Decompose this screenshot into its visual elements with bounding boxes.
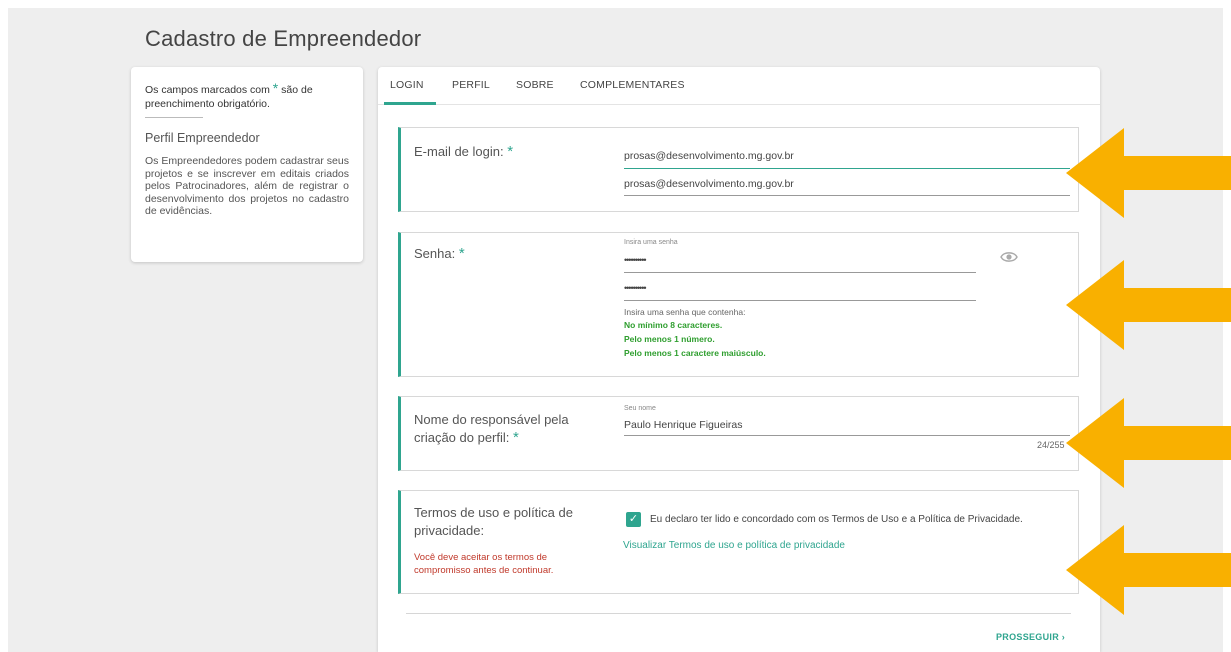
email-confirm-underline <box>624 195 1070 196</box>
password-confirm-underline <box>624 300 976 301</box>
password-input[interactable]: •••••••••• <box>624 255 646 265</box>
password-rule: No mínimo 8 caracteres. <box>624 320 723 330</box>
terms-error-message: Você deve aceitar os termos de compromis… <box>414 552 554 576</box>
required-star-icon: * <box>458 245 465 262</box>
active-tab-indicator <box>384 102 436 105</box>
tab-complementares[interactable]: COMPLEMENTARES <box>580 79 685 91</box>
required-star-icon: * <box>513 429 519 446</box>
annotation-arrow-icon <box>1066 128 1231 218</box>
email-section: E-mail de login: * prosas@desenvolviment… <box>398 127 1079 212</box>
required-star-icon: * <box>272 80 279 96</box>
terms-checkbox[interactable]: ✓ <box>626 512 641 527</box>
name-input[interactable]: Paulo Henrique Figueiras <box>624 419 742 431</box>
annotation-arrow-icon <box>1066 260 1231 350</box>
password-section: Senha: * Insira uma senha •••••••••• •••… <box>398 232 1079 377</box>
divider <box>145 117 203 118</box>
password-underline <box>624 272 976 273</box>
terms-declaration: Eu declaro ter lido e concordado com os … <box>650 514 1023 525</box>
password-rule: Pelo menos 1 caractere maiúsculo. <box>624 348 766 358</box>
profile-description: Os Empreendedores podem cadastrar seus p… <box>145 155 349 217</box>
divider <box>406 613 1071 614</box>
tab-login[interactable]: LOGIN <box>390 79 424 91</box>
annotation-arrow-icon <box>1066 398 1231 488</box>
password-field-label: Insira uma senha <box>624 239 678 246</box>
terms-link[interactable]: Visualizar Termos de uso e política de p… <box>623 540 845 551</box>
name-section: Nome do responsável pela criação do perf… <box>398 396 1079 471</box>
info-card: Os campos marcados com * são de preenchi… <box>131 67 363 262</box>
required-fields-note: Os campos marcados com * são de preenchi… <box>145 80 313 110</box>
profile-title: Perfil Empreendedor <box>145 131 260 145</box>
tab-bar: LOGIN PERFIL SOBRE COMPLEMENTARES <box>378 67 1100 105</box>
password-hint-title: Insira uma senha que contenha: <box>624 307 746 317</box>
char-counter: 24/255 <box>1037 440 1065 450</box>
annotation-arrow-icon <box>1066 525 1231 615</box>
email-input-underline <box>624 168 1070 169</box>
page-title: Cadastro de Empreendedor <box>145 26 422 51</box>
proceed-button[interactable]: PROSSEGUIR › <box>996 632 1065 642</box>
required-star-icon: * <box>507 143 514 160</box>
password-confirm-input[interactable]: •••••••••• <box>624 283 646 293</box>
terms-label: Termos de uso e política de privacidade: <box>414 505 573 538</box>
name-label: Nome do responsável pela criação do perf… <box>414 412 569 446</box>
email-label: E-mail de login: * <box>414 143 514 160</box>
tab-perfil[interactable]: PERFIL <box>452 79 490 91</box>
password-label: Senha: * <box>414 245 465 262</box>
name-field-label: Seu nome <box>624 405 656 412</box>
tab-sobre[interactable]: SOBRE <box>516 79 554 91</box>
eye-icon[interactable] <box>1000 251 1018 263</box>
terms-section: Termos de uso e política de privacidade:… <box>398 490 1079 594</box>
email-confirm-input[interactable]: prosas@desenvolvimento.mg.gov.br <box>624 178 794 190</box>
name-underline <box>624 435 1070 436</box>
email-input[interactable]: prosas@desenvolvimento.mg.gov.br <box>624 150 794 162</box>
password-rule: Pelo menos 1 número. <box>624 334 715 344</box>
